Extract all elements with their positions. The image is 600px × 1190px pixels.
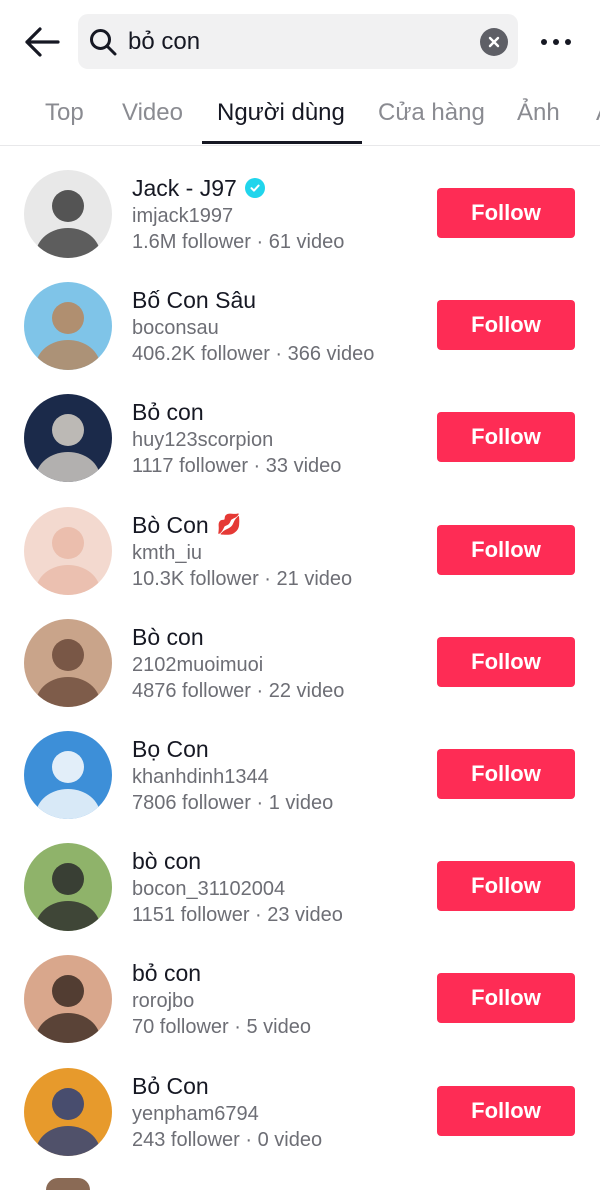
- user-row[interactable]: Bò Con 💋 kmth_iu 10.3K follower · 21 video F…: [0, 483, 600, 595]
- user-row[interactable]: Jack - J97 imjack1997 1.6M follower · 61 v…: [0, 146, 600, 258]
- follow-button[interactable]: Follow: [437, 524, 575, 575]
- user-stats: 1117 follower · 33 video: [132, 455, 342, 478]
- more-options-button[interactable]: [534, 28, 578, 56]
- user-name-row: Bỏ Con: [132, 1071, 322, 1101]
- follow-button[interactable]: Follow: [437, 973, 575, 1024]
- user-name-row: Bỏ con: [132, 397, 341, 427]
- user-name-row: Jack - J97: [132, 173, 344, 203]
- avatar-partial[interactable]: [46, 1178, 90, 1190]
- clear-search-button[interactable]: [480, 27, 508, 56]
- user-handle: rorojbo: [132, 990, 195, 1013]
- user-name-row: Bò Con 💋: [132, 510, 352, 540]
- avatar[interactable]: [24, 618, 112, 707]
- user-row[interactable]: bỏ con rorojbo 70 follower · 5 video Follow: [0, 931, 600, 1044]
- avatar[interactable]: [24, 1067, 112, 1156]
- user-name: bỏ con: [132, 960, 202, 987]
- user-stats: 1151 follower · 23 video: [132, 904, 343, 927]
- active-tab-indicator: [202, 141, 362, 144]
- user-stats: 10.3K follower · 21 video: [132, 567, 353, 590]
- follow-button[interactable]: Follow: [437, 188, 575, 238]
- more-icon-dot: [553, 39, 559, 45]
- user-row[interactable]: Bò con 2102muoimuoi 4876 follower · 22 vid…: [0, 595, 600, 707]
- user-name: bò con: [132, 848, 202, 875]
- user-info: Bò con 2102muoimuoi 4876 follower · 22 vid…: [132, 622, 344, 704]
- follow-button[interactable]: Follow: [437, 636, 575, 687]
- user-info: Bò Con 💋 kmth_iu 10.3K follower · 21 video: [132, 510, 352, 592]
- user-stats: 1.6M follower · 61 video: [132, 231, 345, 253]
- clear-icon: [488, 36, 500, 47]
- user-name: Bố Con Sâu: [132, 287, 257, 314]
- back-button[interactable]: [22, 22, 62, 62]
- user-name-row: Bố Con Sâu: [132, 285, 374, 315]
- avatar[interactable]: [24, 394, 112, 483]
- user-name-row: Bò con: [132, 622, 344, 652]
- user-name: Bọ Con: [132, 736, 209, 762]
- user-handle: imjack1997: [132, 205, 234, 227]
- user-name-row: bỏ con: [132, 958, 311, 988]
- user-name: Bò Con: [132, 511, 209, 538]
- more-icon: [541, 39, 547, 45]
- user-info: bỏ con rorojbo 70 follower · 5 video: [132, 958, 311, 1040]
- follow-button[interactable]: Follow: [437, 1085, 575, 1136]
- verified-icon: [244, 178, 265, 198]
- user-stats: 4876 follower · 22 video: [132, 679, 345, 702]
- search-input[interactable]: bỏ con: [128, 28, 480, 56]
- user-name-row: Bọ Con: [132, 734, 333, 764]
- avatar[interactable]: [24, 731, 112, 819]
- search-icon: [88, 27, 118, 57]
- user-row[interactable]: Bố Con Sâu boconsau 406.2K follower · 366 …: [0, 258, 600, 371]
- user-name-row: bò con: [132, 846, 343, 876]
- search-field[interactable]: bỏ con: [78, 14, 518, 69]
- user-handle: bocon_31102004: [132, 878, 286, 901]
- follow-button[interactable]: Follow: [437, 749, 575, 799]
- user-stats: 406.2K follower · 366 video: [132, 343, 375, 366]
- user-row[interactable]: Bỏ con huy123scorpion 1117 follower · 33 v…: [0, 370, 600, 483]
- more-icon-dot: [565, 39, 571, 45]
- user-row[interactable]: bò con bocon_31102004 1151 follower · 23 v…: [0, 819, 600, 932]
- top-bar: bỏ con: [0, 0, 600, 84]
- user-info: Bọ Con khanhdinh1344 7806 follower · 1 vid…: [132, 734, 333, 816]
- arrow-left-icon: [25, 27, 60, 57]
- user-name: Jack - J97: [132, 175, 237, 201]
- user-stats: 70 follower · 5 video: [132, 1016, 311, 1039]
- user-name: Bò con: [132, 623, 204, 650]
- user-handle: yenpham6794: [132, 1102, 259, 1125]
- follow-button[interactable]: Follow: [437, 300, 575, 351]
- user-handle: 2102muoimuoi: [132, 653, 264, 676]
- lips-emoji-icon: 💋: [216, 513, 242, 536]
- user-handle: kmth_iu: [132, 541, 203, 564]
- tab-more-partial[interactable]: Â: [596, 84, 600, 144]
- avatar[interactable]: [24, 282, 112, 371]
- user-info: Bỏ Con yenpham6794 243 follower · 0 video: [132, 1071, 322, 1153]
- user-info: bò con bocon_31102004 1151 follower · 23 v…: [132, 846, 343, 928]
- search-tabs: Top Video Người dùng Cửa hàng Ảnh Â: [0, 84, 600, 146]
- tab-video[interactable]: Video: [122, 84, 183, 144]
- follow-button[interactable]: Follow: [437, 861, 575, 912]
- follow-button[interactable]: Follow: [437, 412, 575, 463]
- user-name: Bỏ Con: [132, 1072, 209, 1099]
- user-info: Bố Con Sâu boconsau 406.2K follower · 366 …: [132, 285, 374, 367]
- user-row[interactable]: Bọ Con khanhdinh1344 7806 follower · 1 vid…: [0, 707, 600, 819]
- user-info: Bỏ con huy123scorpion 1117 follower · 33 v…: [132, 397, 341, 479]
- tab-users[interactable]: Người dùng: [217, 84, 345, 144]
- user-info: Jack - J97 imjack1997 1.6M follower · 61 v…: [132, 173, 344, 255]
- user-stats: 243 follower · 0 video: [132, 1128, 323, 1151]
- user-name: Bỏ con: [132, 399, 204, 426]
- user-handle: boconsau: [132, 317, 219, 340]
- avatar[interactable]: [24, 506, 112, 595]
- avatar[interactable]: [24, 955, 112, 1044]
- avatar[interactable]: [24, 170, 112, 258]
- avatar[interactable]: [24, 843, 112, 932]
- user-handle: huy123scorpion: [132, 429, 274, 452]
- tab-shop[interactable]: Cửa hàng: [378, 84, 485, 144]
- tab-photos[interactable]: Ảnh: [517, 84, 560, 144]
- user-stats: 7806 follower · 1 video: [132, 792, 334, 814]
- user-row[interactable]: Bỏ Con yenpham6794 243 follower · 0 video F…: [0, 1044, 600, 1156]
- user-handle: khanhdinh1344: [132, 766, 269, 788]
- tab-top[interactable]: Top: [45, 84, 84, 144]
